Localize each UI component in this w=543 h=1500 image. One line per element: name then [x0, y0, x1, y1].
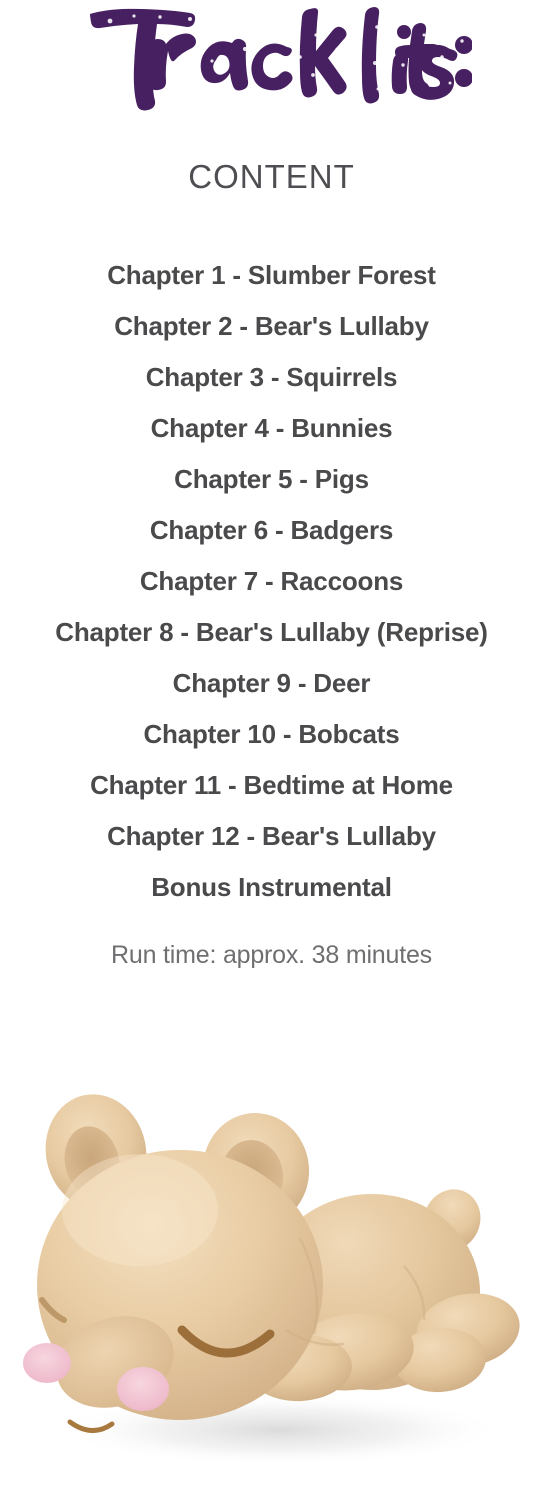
track-item: Chapter 11 - Bedtime at Home	[90, 770, 453, 800]
track-item: Chapter 2 - Bear's Lullaby	[114, 311, 429, 341]
track-item: Bonus Instrumental	[151, 872, 392, 902]
track-item: Chapter 4 - Bunnies	[150, 413, 393, 443]
page-root: CONTENT Chapter 1 - Slumber Forest Chapt…	[0, 0, 543, 1500]
track-item: Chapter 3 - Squirrels	[145, 362, 398, 392]
tracklist-container: Chapter 1 - Slumber Forest Chapter 2 - B…	[0, 250, 543, 913]
head-highlight	[62, 1154, 218, 1266]
tracklist-title	[0, 0, 543, 120]
bear-cheek-right	[117, 1367, 169, 1411]
track-item: Chapter 8 - Bear's Lullaby (Reprise)	[55, 617, 488, 647]
track-item: Chapter 6 - Badgers	[149, 515, 394, 545]
track-item: Chapter 1 - Slumber Forest	[107, 260, 436, 290]
track-item: Chapter 5 - Pigs	[174, 464, 369, 494]
runtime-text: Run time: approx. 38 minutes	[111, 941, 432, 969]
track-item: Chapter 9 - Deer	[172, 668, 371, 698]
track-item: Chapter 12 - Bear's Lullaby	[107, 821, 436, 851]
sleeping-bear-illustration	[23, 1094, 520, 1466]
tracklist-title-lettering	[89, 7, 472, 111]
content-heading: CONTENT	[188, 158, 355, 195]
track-item: Chapter 10 - Bobcats	[143, 719, 400, 749]
track-item: Chapter 7 - Raccoons	[139, 566, 404, 596]
bear-cheek-left	[23, 1343, 71, 1383]
product-image-sleeping-bear	[0, 1030, 543, 1500]
